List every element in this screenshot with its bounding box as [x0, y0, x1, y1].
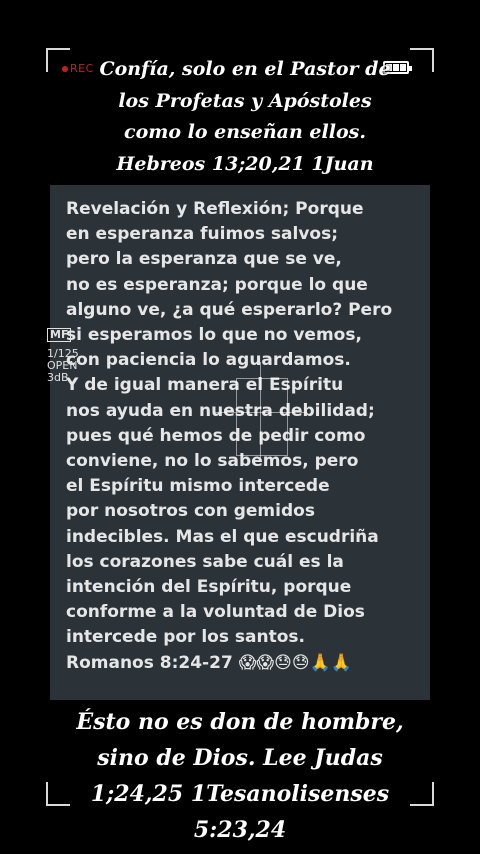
focus-frame: [236, 378, 288, 456]
gain: 3dB: [47, 371, 69, 384]
focus-mode-badge: MF: [47, 328, 72, 342]
bottom-caption: Ésto no es don de hombre, sino de Dios. …: [76, 709, 404, 843]
focus-crosshair-vertical: [260, 362, 261, 458]
focus-crosshair-horizontal: [215, 412, 307, 413]
camera-osd: MF 1/125 OPEN 3dB: [47, 328, 79, 384]
